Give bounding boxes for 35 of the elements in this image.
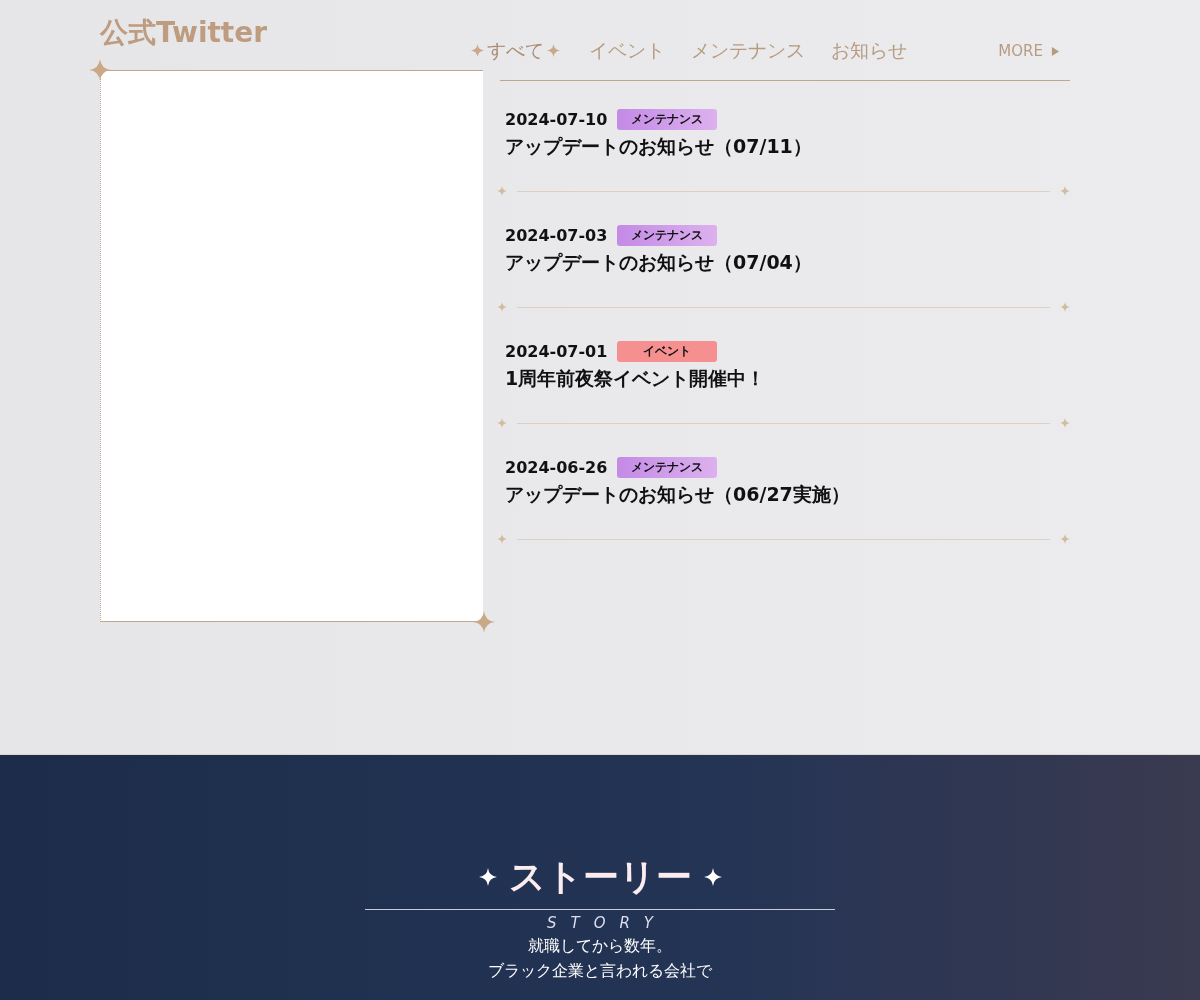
sparkle-icon — [471, 44, 484, 57]
more-link[interactable]: MORE — [998, 42, 1060, 60]
news-date: 2024-07-10 — [505, 110, 608, 129]
category-tag: メンテナンス — [617, 225, 718, 246]
sparkle-icon — [1060, 186, 1070, 196]
news-title-link[interactable]: アップデートのお知らせ（07/11） — [505, 134, 1070, 160]
section-title: 公式Twitter — [100, 15, 268, 51]
sparkle-icon — [478, 868, 497, 886]
sparkle-icon — [1060, 534, 1070, 544]
category-tab[interactable]: メンテナンス — [691, 38, 805, 64]
category-tag: メンテナンス — [617, 457, 718, 478]
news-date: 2024-07-03 — [505, 226, 608, 245]
triangle-icon — [1051, 46, 1060, 56]
sparkle-icon — [1060, 418, 1070, 428]
sparkle-icon — [547, 44, 560, 57]
news-title-link[interactable]: アップデートのお知らせ（07/04） — [505, 250, 1070, 276]
sparkle-icon — [497, 186, 507, 196]
sparkle-icon — [497, 418, 507, 428]
story-heading: ストーリー — [508, 859, 692, 895]
story-text: 就職してから数年。 — [528, 936, 672, 957]
story-text: ブラック企業と言われる会社で — [488, 960, 712, 982]
sparkle-icon — [703, 868, 722, 886]
news-title-link[interactable]: アップデートのお知らせ（06/27実施） — [505, 482, 1070, 508]
sparkle-icon — [497, 534, 507, 544]
category-tab[interactable]: すべて — [468, 38, 563, 64]
category-tag: イベント — [617, 341, 718, 362]
sparkle-icon — [1060, 302, 1070, 312]
news-title-link[interactable]: 1周年前夜祭イベント開催中！ — [505, 366, 1070, 392]
story-subheading: STORY — [545, 914, 668, 932]
sparkle-icon — [497, 302, 507, 312]
news-date: 2024-06-26 — [505, 458, 608, 477]
news-date: 2024-07-01 — [505, 342, 608, 361]
category-tab[interactable]: イベント — [589, 38, 665, 64]
category-tag: メンテナンス — [617, 109, 718, 130]
category-tab[interactable]: お知らせ — [831, 38, 907, 64]
